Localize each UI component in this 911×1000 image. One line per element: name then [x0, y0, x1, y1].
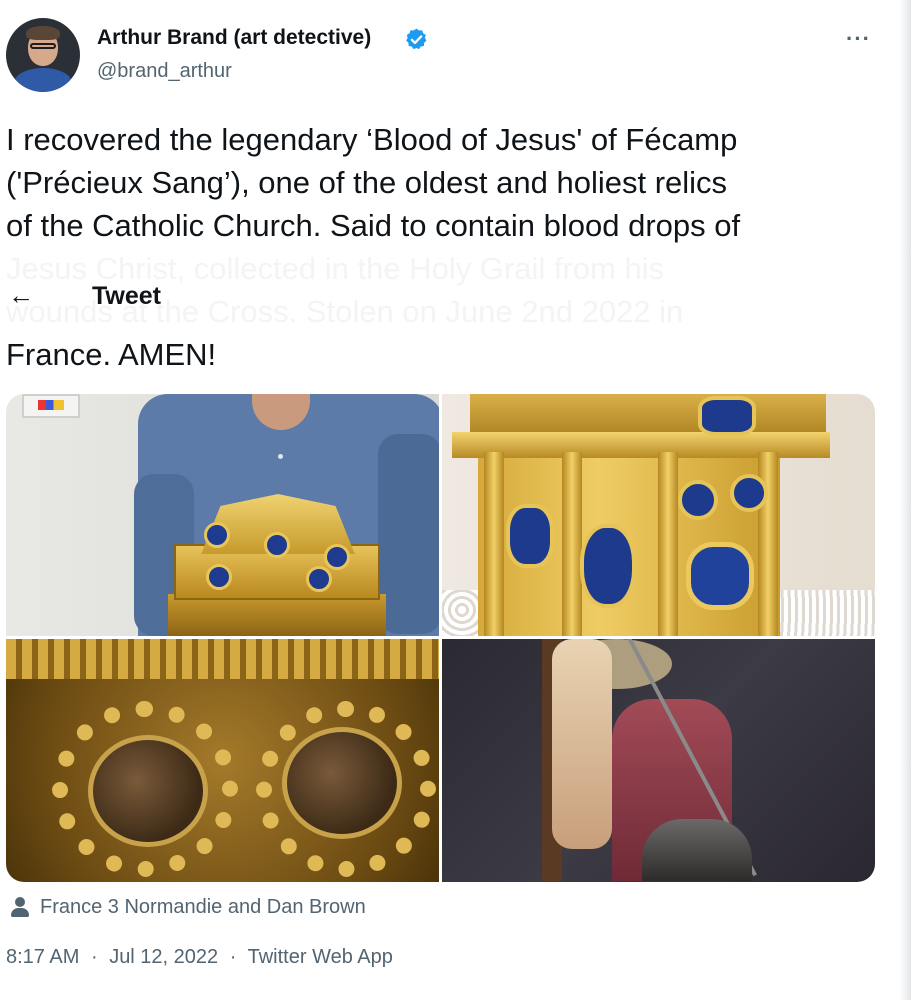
window-edge: [899, 0, 911, 1000]
tweet-line: ('Précieux Sang’), one of the oldest and…: [6, 165, 728, 200]
separator: ·: [90, 946, 98, 968]
tweet-text: I recovered the legendary ‘Blood of Jesu…: [6, 118, 886, 376]
tweet-line: of the Catholic Church. Said to contain …: [6, 208, 741, 243]
tweet-metadata: 8:17 AM · Jul 12, 2022 · Twitter Web App: [6, 946, 393, 969]
author-name[interactable]: Arthur Brand (art detective): [97, 26, 371, 50]
attribution-text[interactable]: France 3 Normandie and Dan Brown: [40, 896, 366, 919]
tweet-line: France. AMEN!: [6, 337, 217, 372]
verified-badge-icon: [406, 28, 427, 50]
separator: ·: [229, 946, 237, 968]
tweet-source[interactable]: Twitter Web App: [248, 946, 393, 968]
photo-man-holding-reliquary[interactable]: [6, 394, 439, 636]
author-handle[interactable]: @brand_arthur: [97, 60, 232, 83]
person-icon: [10, 896, 30, 918]
avatar[interactable]: [6, 18, 80, 92]
back-arrow-icon[interactable]: ←: [8, 280, 34, 311]
photo-reliquary-closeup[interactable]: [442, 394, 875, 636]
media-attribution: France 3 Normandie and Dan Brown: [10, 893, 366, 921]
tweet-line: I recovered the legendary ‘Blood of Jesu…: [6, 122, 738, 157]
more-options-icon[interactable]: ···: [846, 26, 871, 52]
photo-relic-windows[interactable]: [6, 639, 439, 882]
page-title: Tweet: [92, 282, 161, 310]
tweet-header-bar: ← Tweet: [0, 270, 880, 324]
photo-crucifixion-painting[interactable]: [442, 639, 875, 882]
media-grid: [6, 394, 875, 882]
tweet-date[interactable]: Jul 12, 2022: [109, 946, 218, 968]
tweet-time[interactable]: 8:17 AM: [6, 946, 79, 968]
